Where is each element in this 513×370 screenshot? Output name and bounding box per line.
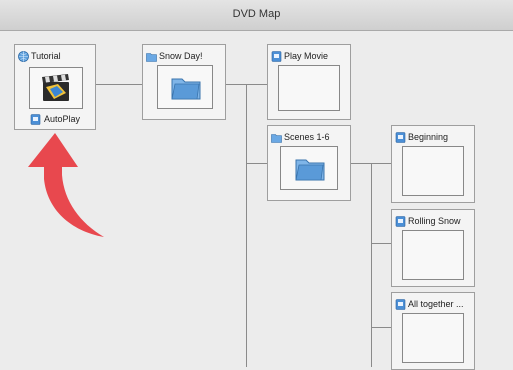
title-bar: DVD Map bbox=[0, 0, 513, 31]
node-label: Play Movie bbox=[284, 51, 329, 61]
connector-line bbox=[246, 163, 267, 164]
clapperboard-icon bbox=[40, 73, 72, 103]
node-thumbnail bbox=[402, 146, 464, 196]
connector-line bbox=[351, 163, 371, 164]
folder-icon bbox=[295, 155, 325, 181]
menu-node-tutorial[interactable]: Tutorial AutoPlay bbox=[14, 44, 96, 130]
movie-icon bbox=[395, 215, 406, 227]
node-label: Scenes 1-6 bbox=[284, 132, 330, 142]
autoplay-label: AutoPlay bbox=[43, 114, 81, 124]
folder-icon bbox=[271, 132, 282, 143]
menu-node-beginning[interactable]: Beginning bbox=[391, 125, 475, 203]
globe-icon bbox=[18, 50, 29, 62]
node-thumbnail bbox=[278, 65, 340, 111]
folder-icon bbox=[171, 74, 201, 100]
connector-line bbox=[226, 84, 246, 85]
window-title: DVD Map bbox=[232, 8, 281, 20]
connector-line bbox=[246, 84, 247, 367]
menu-node-scenes[interactable]: Scenes 1-6 bbox=[267, 125, 351, 201]
menu-node-rolling-snow[interactable]: Rolling Snow bbox=[391, 209, 475, 287]
connector-line bbox=[96, 84, 142, 85]
node-label: Tutorial bbox=[31, 51, 61, 61]
connector-line bbox=[371, 243, 391, 244]
movie-icon bbox=[395, 131, 406, 143]
movie-icon bbox=[30, 113, 41, 125]
menu-node-play-movie[interactable]: Play Movie bbox=[267, 44, 351, 120]
node-label: Snow Day! bbox=[159, 51, 203, 61]
menu-node-all-together[interactable]: All together ... bbox=[391, 292, 475, 370]
movie-icon bbox=[271, 50, 282, 62]
connector-line bbox=[371, 327, 391, 328]
node-label: Beginning bbox=[408, 132, 449, 142]
node-label: Rolling Snow bbox=[408, 216, 461, 226]
node-thumbnail bbox=[29, 67, 83, 109]
node-thumbnail bbox=[402, 230, 464, 280]
connector-line bbox=[246, 84, 267, 85]
node-label: All together ... bbox=[408, 299, 464, 309]
connector-line bbox=[371, 163, 372, 367]
node-thumbnail bbox=[280, 146, 338, 190]
connector-line bbox=[371, 163, 391, 164]
autoplay-row: AutoPlay bbox=[15, 112, 95, 126]
dvd-map-canvas: Tutorial AutoPlay Snow Day! Play Movie S… bbox=[0, 31, 513, 370]
movie-icon bbox=[395, 298, 406, 310]
menu-node-snow-day[interactable]: Snow Day! bbox=[142, 44, 226, 120]
node-thumbnail bbox=[157, 65, 213, 109]
red-arrow-icon bbox=[22, 131, 106, 241]
node-thumbnail bbox=[402, 313, 464, 363]
folder-icon bbox=[146, 51, 157, 62]
